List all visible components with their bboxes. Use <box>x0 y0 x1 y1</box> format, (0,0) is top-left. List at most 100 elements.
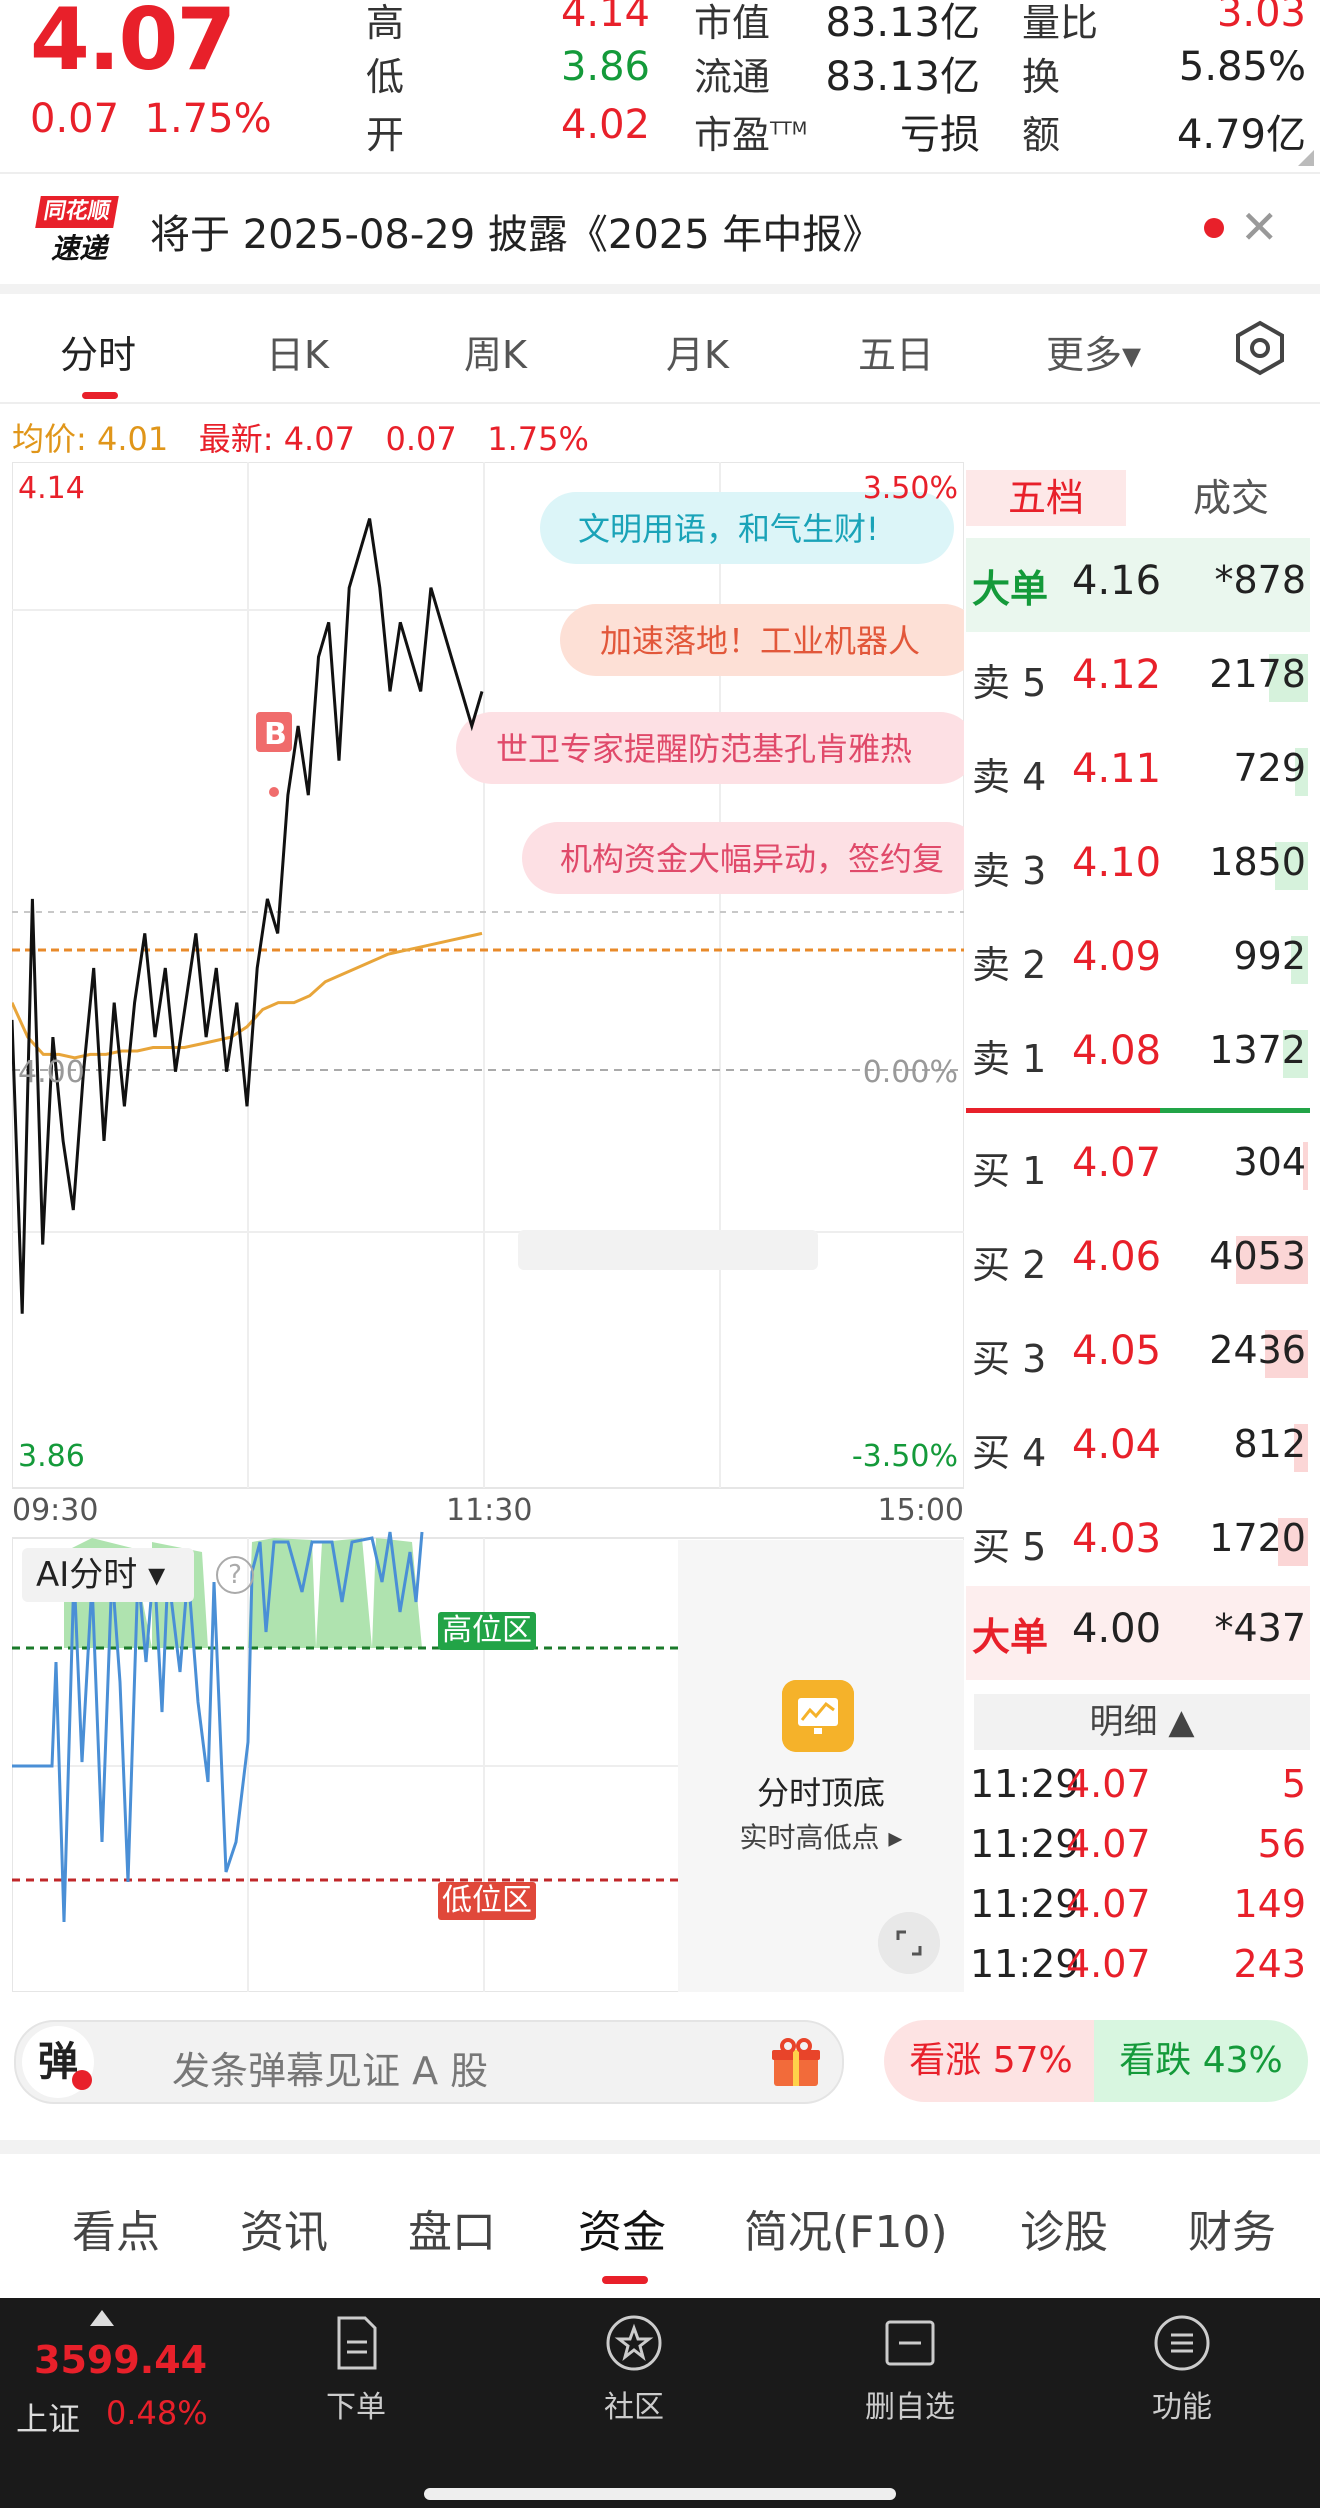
tab-weekly-k[interactable]: 周K <box>464 324 527 379</box>
bid-vol: 1720 <box>1209 1516 1306 1560</box>
tab-daily-k[interactable]: 日K <box>266 324 329 379</box>
bid-price: 4.04 <box>1072 1422 1162 1468</box>
stat-turnover-label: 换 <box>1022 55 1061 99</box>
big-sell-price: 4.16 <box>1072 558 1162 604</box>
ask-row[interactable]: 卖 5 4.12 2178 <box>966 632 1310 726</box>
vote-down-button[interactable]: 看跌 43% <box>1094 2020 1308 2102</box>
community-button[interactable]: 社区 <box>554 2312 714 2426</box>
tab-more[interactable]: 更多▾ <box>1046 324 1141 379</box>
bubble-4[interactable]: 机构资金大幅异动，签约复 <box>522 822 964 894</box>
detail-vol: 5 <box>1281 1762 1306 1806</box>
stat-high-label: 高 <box>366 1 405 45</box>
remove-watchlist-button[interactable]: 删自选 <box>830 2312 990 2426</box>
ask-price: 4.09 <box>1072 934 1162 980</box>
order-label: 下单 <box>326 2390 386 2425</box>
bottom-tab-diagnosis[interactable]: 诊股 <box>1020 2196 1108 2260</box>
bottom-tab-profile[interactable]: 简况(F10) <box>744 2196 948 2260</box>
stat-pe-label: 市盈TTM <box>694 104 807 159</box>
quote-header: 4.07 0.07 1.75% 高 低 开 4.14 3.86 4.02 市值 … <box>0 0 1320 172</box>
divider <box>0 2140 1320 2154</box>
home-indicator[interactable] <box>424 2488 896 2500</box>
x-label-end: 15:00 <box>878 1493 964 1528</box>
tab-monthly-k[interactable]: 月K <box>666 324 729 379</box>
ask-row[interactable]: 卖 4 4.11 729 <box>966 726 1310 820</box>
ask-row[interactable]: 卖 3 4.10 1850 <box>966 820 1310 914</box>
close-icon[interactable]: ✕ <box>1240 200 1279 254</box>
bubble-3-text: 世卫专家提醒防范基孔肯雅热 <box>496 730 912 768</box>
ask-key: 卖 4 <box>972 755 1047 799</box>
promo-card[interactable]: 分时顶底 实时高低点 ▸ <box>678 1540 964 1992</box>
news-bar[interactable]: 同花顺 速递 将于 2025-08-29 披露《2025 年中报》 <box>0 172 1320 286</box>
danmu-input[interactable]: 弹 发条弹幕见证 A 股 <box>14 2020 844 2104</box>
bottom-tab-news[interactable]: 资讯 <box>240 2196 328 2260</box>
help-icon[interactable]: ? <box>216 1556 254 1594</box>
tab-five-day[interactable]: 五日 <box>858 324 934 379</box>
avg-change: 0.07 <box>385 420 457 458</box>
bottom-tab-financials[interactable]: 财务 <box>1188 2196 1276 2260</box>
logo-top-text: 同花顺 <box>35 196 119 228</box>
ask-vol: 992 <box>1233 934 1306 978</box>
stat-high-value: 4.14 <box>560 0 650 36</box>
big-sell-key: 大单 <box>972 567 1049 611</box>
ask-row[interactable]: 卖 1 4.08 1372 <box>966 1008 1310 1102</box>
expand-icon[interactable] <box>878 1912 940 1974</box>
bid-row[interactable]: 买 2 4.06 4053 <box>966 1214 1310 1308</box>
menu-button[interactable]: 功能 <box>1102 2312 1262 2426</box>
tab-five-levels[interactable]: 五档 <box>966 470 1126 526</box>
tab-trades[interactable]: 成交 <box>1166 470 1296 526</box>
order-button[interactable]: 下单 <box>276 2312 436 2426</box>
news-text[interactable]: 将于 2025-08-29 披露《2025 年中报》 <box>150 202 882 260</box>
bubble-3[interactable]: 世卫专家提醒防范基孔肯雅热 <box>456 712 964 784</box>
ask-vol: 729 <box>1233 746 1306 790</box>
bottom-tab-funds[interactable]: 资金 <box>578 2196 666 2260</box>
ask-key: 卖 3 <box>972 849 1047 893</box>
detail-time: 11:29 <box>970 1762 1080 1806</box>
gift-icon[interactable] <box>768 2034 824 2090</box>
bid-vol: 812 <box>1233 1422 1306 1466</box>
settings-icon[interactable] <box>1232 320 1288 376</box>
bubble-4-text: 机构资金大幅异动，签约复 <box>560 840 944 878</box>
document-icon <box>337 2316 377 2370</box>
bubble-2[interactable]: 加速落地！工业机器人 <box>560 604 964 676</box>
ai-intraday-dropdown[interactable]: AI分时 ▾ <box>22 1548 194 1602</box>
index-pct: 0.48% <box>106 2394 208 2432</box>
latest-price: 最新: 4.07 <box>198 420 355 458</box>
bid-row[interactable]: 买 3 4.05 2436 <box>966 1308 1310 1402</box>
stat-volratio-value: 3.03 <box>1216 0 1306 36</box>
bid-row[interactable]: 买 5 4.03 1720 <box>966 1496 1310 1590</box>
bid-row[interactable]: 买 4 4.04 812 <box>966 1402 1310 1496</box>
x-label-mid: 11:30 <box>446 1493 532 1528</box>
bottom-tab-orderbook[interactable]: 盘口 <box>408 2196 496 2260</box>
book-tabs: 五档 成交 <box>966 466 1310 528</box>
star-circle-icon <box>606 2315 662 2371</box>
ask-key: 卖 5 <box>972 661 1047 705</box>
corner-expand-icon[interactable] <box>1298 150 1314 166</box>
detail-toggle[interactable]: 明细 ▲ <box>974 1694 1310 1750</box>
active-tab-indicator <box>82 392 118 399</box>
ask-key: 卖 1 <box>972 1037 1047 1081</box>
avg-info: 均价: 4.01 最新: 4.07 0.07 1.75% <box>12 414 589 460</box>
stat-low-value: 3.86 <box>560 44 650 90</box>
ask-row[interactable]: 卖 2 4.09 992 <box>966 914 1310 1008</box>
promo-subtitle[interactable]: 实时高低点 ▸ <box>678 1816 964 1856</box>
big-buy-price: 4.00 <box>1072 1606 1162 1652</box>
buy-marker-text: B <box>264 717 287 752</box>
change-percent: 1.75% <box>144 96 272 142</box>
divider <box>0 284 1320 294</box>
tab-intraday[interactable]: 分时 <box>60 324 136 379</box>
monitor-chart-icon <box>782 1680 854 1752</box>
vote-up-button[interactable]: 看涨 57% <box>884 2020 1098 2102</box>
menu-label: 功能 <box>1152 2390 1212 2425</box>
ask-price: 4.08 <box>1072 1028 1162 1074</box>
index-value: 3599.44 <box>34 2338 208 2382</box>
stat-mktcap-value: 83.13亿 <box>825 0 980 46</box>
bottom-tab-highlights[interactable]: 看点 <box>72 2196 160 2260</box>
bid-row[interactable]: 买 1 4.07 304 <box>966 1120 1310 1214</box>
bid-vol: 304 <box>1233 1140 1306 1184</box>
bid-price: 4.07 <box>1072 1140 1162 1186</box>
buy-marker[interactable]: B <box>256 712 292 797</box>
bid-vol: 4053 <box>1209 1234 1306 1278</box>
detail-vol: 243 <box>1233 1942 1306 1986</box>
detail-vol: 56 <box>1257 1822 1306 1866</box>
pct-high-label: 3.50% <box>863 471 958 506</box>
